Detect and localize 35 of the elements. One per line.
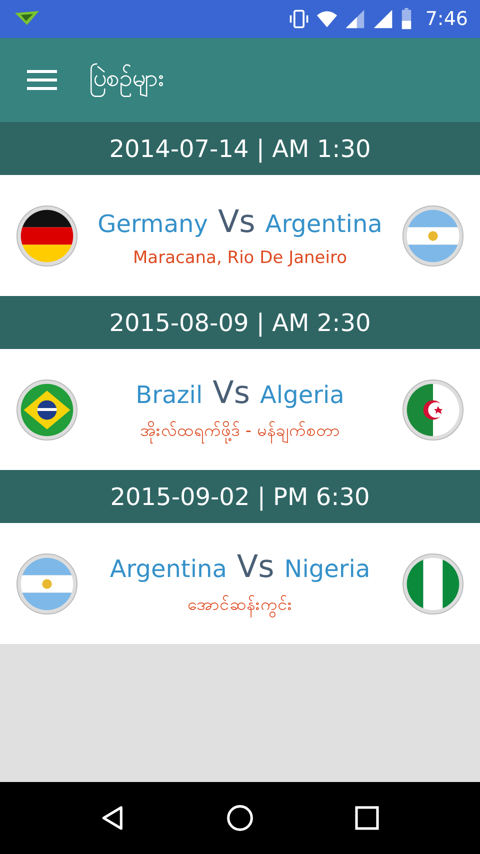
versus-label: Vs (218, 204, 256, 240)
wifi-icon (316, 8, 338, 30)
home-icon[interactable] (226, 804, 254, 832)
signal-icon (344, 8, 366, 30)
team-name: Argentina (265, 210, 382, 238)
team-name: Algeria (260, 381, 344, 409)
team-name: Germany (98, 210, 208, 238)
vibrate-icon (288, 8, 310, 30)
clock-time: 7:46 (425, 8, 468, 30)
flag-icon (402, 378, 464, 440)
venue-label: Maracana, Rio De Janeiro (133, 248, 347, 268)
match-date: 2015-08-09 | AM 2:30 (109, 308, 371, 336)
team-name: Nigeria (284, 555, 370, 583)
match-card[interactable]: Argentina Vs Nigeria အောင်ဆန်းကွင်း (0, 523, 480, 644)
versus-label: Vs (236, 549, 274, 585)
match-card[interactable]: Brazil Vs Algeria အိုးလ်ထရက်ဖို့ဒ် - မန်ချက်စတာ (0, 349, 480, 470)
venue-label: အောင်ဆန်းကွင်း (188, 593, 292, 618)
versus-label: Vs (212, 375, 250, 411)
flag-icon (16, 552, 78, 614)
flag-icon (16, 204, 78, 266)
flag-icon (402, 204, 464, 266)
match-date: 2015-09-02 | PM 6:30 (110, 482, 370, 510)
recents-icon[interactable] (352, 804, 381, 832)
team-name: Argentina (110, 555, 227, 583)
team-name: Brazil (136, 381, 203, 409)
signal-icon (372, 8, 394, 30)
menu-icon[interactable] (27, 69, 57, 91)
flag-icon (402, 552, 464, 614)
battery-icon (400, 8, 414, 30)
flag-icon (16, 378, 78, 440)
venue-label: အိုးလ်ထရက်ဖို့ဒ် - မန်ချက်စတာ (140, 419, 340, 444)
paper-plane-icon (14, 11, 40, 27)
match-date: 2014-07-14 | AM 1:30 (109, 134, 371, 162)
match-card[interactable]: Germany Vs Argentina Maracana, Rio De Janeiro (0, 175, 480, 296)
screen-title: ပြဲစဉ်များ (89, 62, 164, 98)
